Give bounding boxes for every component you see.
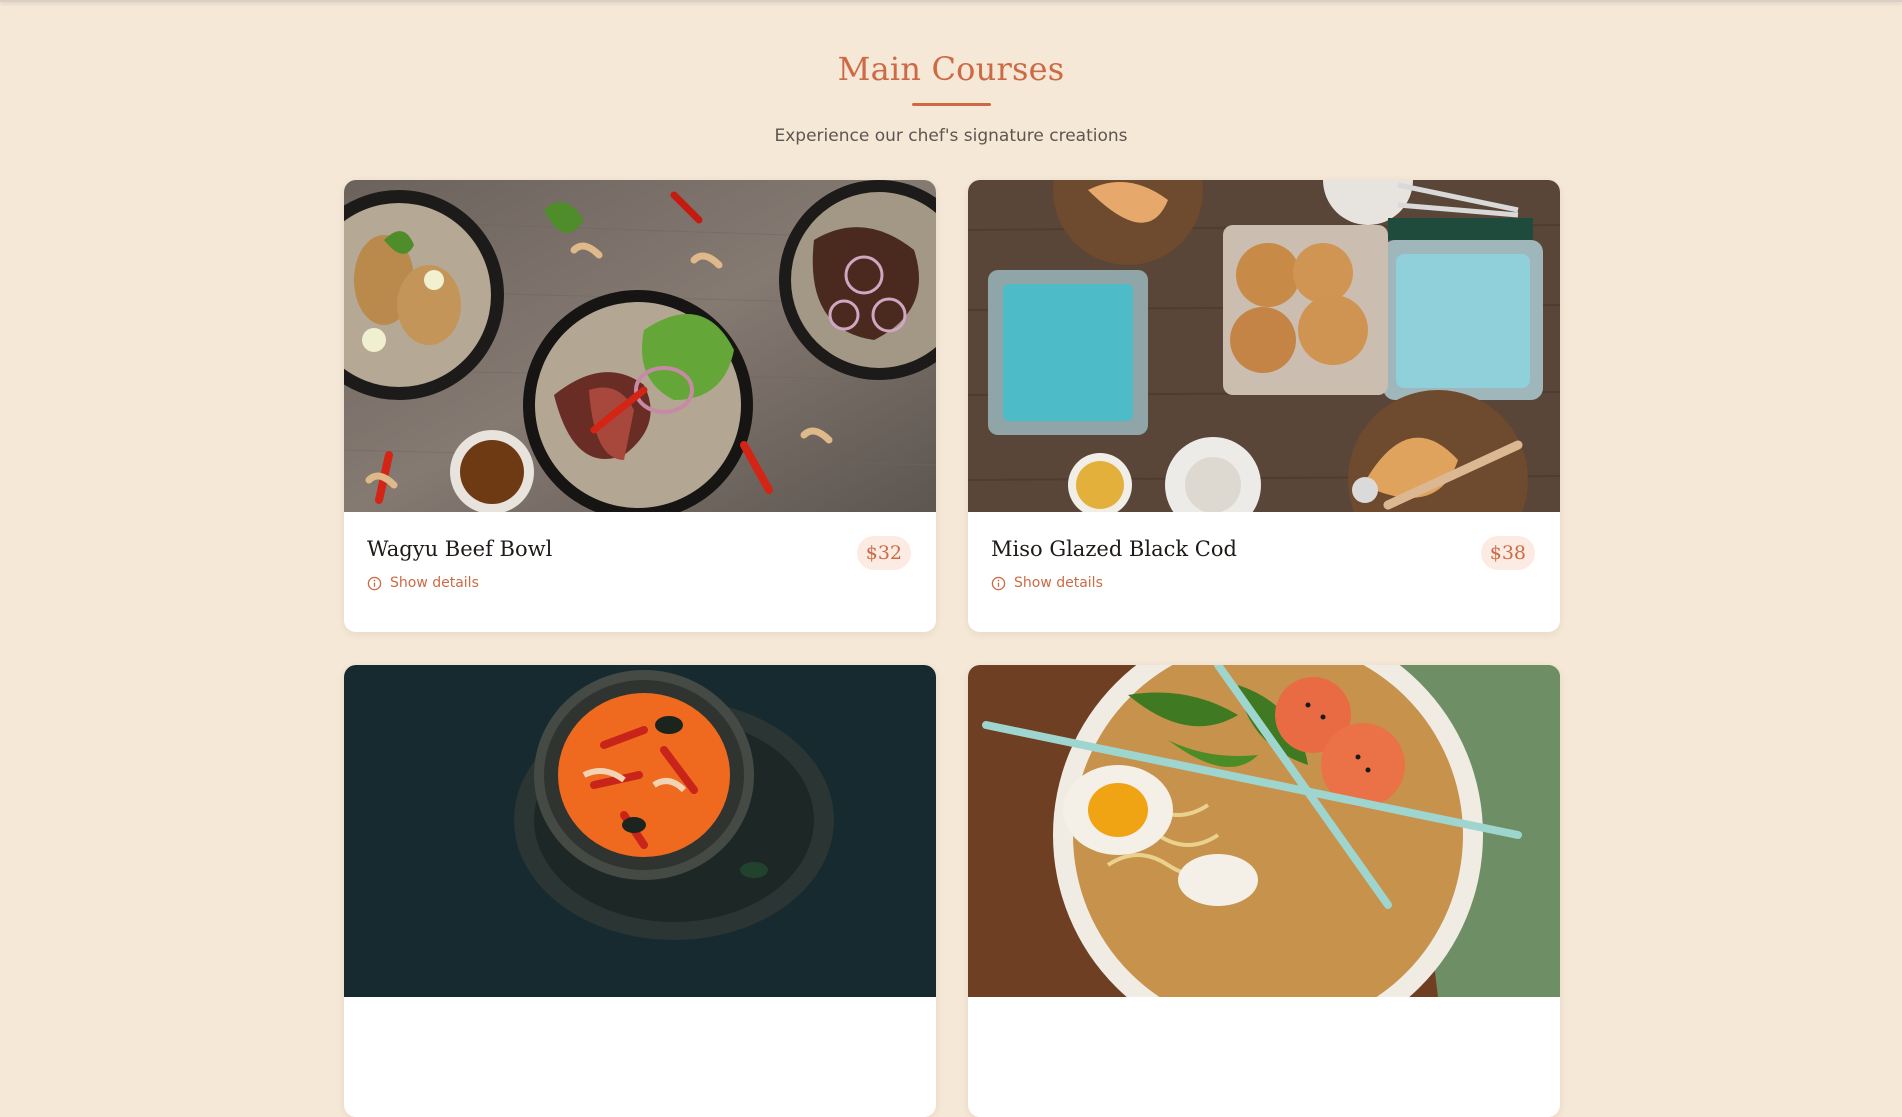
show-details-label: Show details	[390, 575, 479, 591]
menu-card[interactable]: Wagyu Beef Bowl $32 Show details	[344, 180, 936, 632]
section-subtitle: Experience our chef's signature creation…	[774, 126, 1128, 146]
show-details-link[interactable]: Show details	[991, 575, 1103, 591]
price-badge: $32	[856, 536, 911, 570]
info-circle-icon	[367, 576, 382, 590]
dish-name: Wagyu Beef Bowl	[367, 537, 553, 561]
menu-card[interactable]	[968, 665, 1560, 1117]
section-title: Main Courses	[837, 50, 1065, 88]
header-bottom-shadow	[0, 0, 1902, 2]
show-details-link[interactable]: Show details	[367, 575, 479, 591]
show-details-label: Show details	[1014, 575, 1103, 591]
menu-card[interactable]: Miso Glazed Black Cod $38 Show details	[968, 180, 1560, 632]
dish-image	[344, 665, 936, 997]
dish-name: Miso Glazed Black Cod	[991, 537, 1237, 561]
price-badge: $38	[1480, 536, 1535, 570]
title-underline	[912, 103, 991, 106]
dish-image	[968, 665, 1560, 997]
menu-card[interactable]	[344, 665, 936, 1117]
dish-image	[344, 180, 936, 512]
info-circle-icon	[991, 576, 1006, 590]
dish-image	[968, 180, 1560, 512]
